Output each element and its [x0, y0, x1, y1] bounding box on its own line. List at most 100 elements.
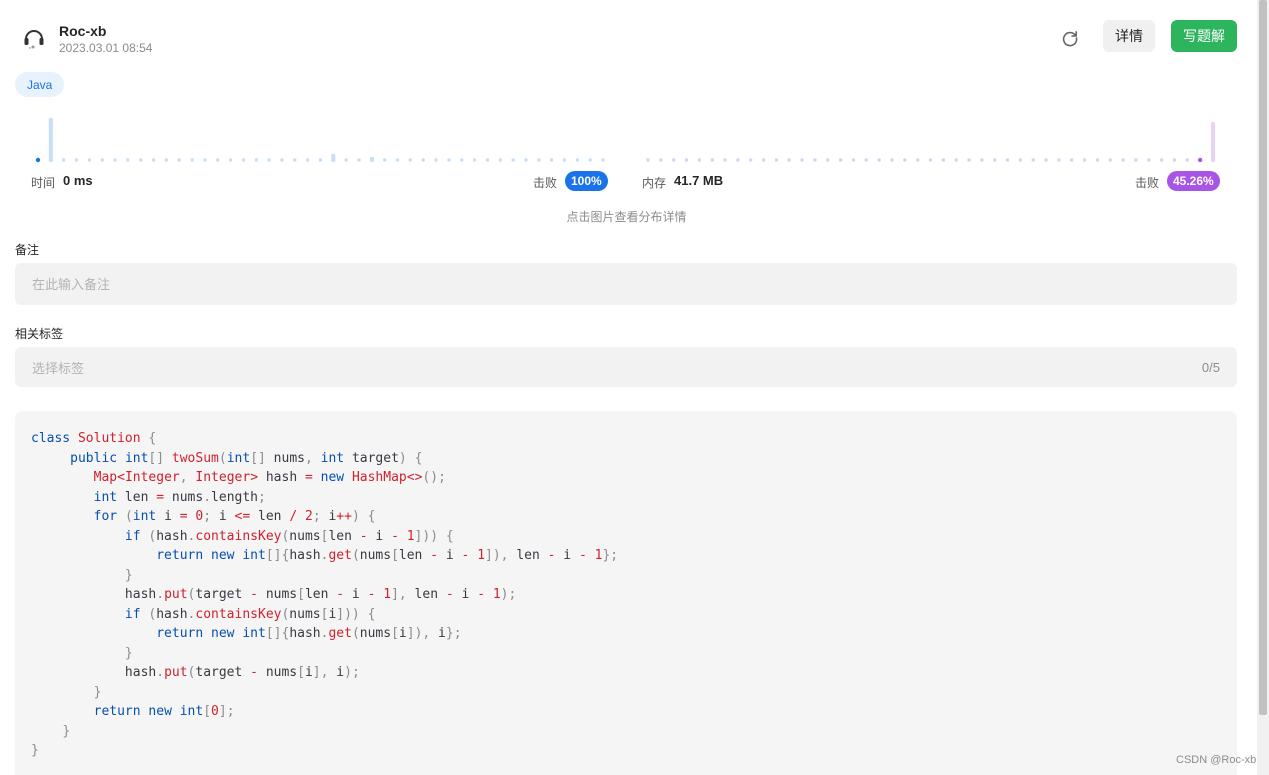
distribution-dot [254, 158, 258, 162]
distribution-dot [100, 158, 104, 162]
memory-distribution-chart[interactable] [640, 114, 1220, 166]
distribution-dot [61, 158, 66, 162]
distribution-dot [575, 158, 580, 162]
distribution-dot [1197, 157, 1203, 163]
distribution-dot [1159, 158, 1164, 162]
distribution-dot [967, 158, 971, 162]
distribution-dot [537, 158, 541, 162]
distribution-dot [980, 158, 984, 162]
code-line: if (hash.containsKey(nums[i])) { [124, 606, 376, 622]
code-line: class Solution { [31, 431, 157, 446]
distribution-dot [267, 158, 271, 162]
distribution-bar [331, 154, 336, 162]
distribution-dot [1134, 158, 1138, 162]
distribution-dot [139, 158, 143, 162]
code-line: } [62, 723, 71, 739]
distribution-dot [524, 158, 528, 162]
distribution-dot [498, 158, 502, 162]
distribution-dot [395, 158, 400, 162]
distribution-dot [601, 158, 605, 162]
language-tag[interactable]: Java [15, 72, 65, 97]
write-solution-button[interactable]: 写题解 [1171, 20, 1237, 52]
time-beat-label: 击败 [533, 176, 558, 190]
code-line: return new int[]{hash.get(nums[i]), i}; [156, 626, 462, 641]
tags-label: 相关标签 [15, 327, 64, 341]
time-distribution-chart[interactable] [30, 114, 610, 166]
memory-beat-badge: 45.26% [1167, 171, 1220, 191]
distribution-dot [421, 158, 425, 162]
distribution-dot [838, 158, 843, 162]
distribution-dot [659, 158, 663, 162]
code-line: } [124, 567, 133, 583]
code-line: return new int[0]; [93, 704, 235, 719]
distribution-dot [293, 158, 297, 162]
user-name[interactable]: Roc-xb [59, 23, 106, 39]
distribution-dot [305, 158, 310, 162]
distribution-dot [915, 158, 920, 162]
distribution-dot [736, 158, 740, 162]
code-line: hash.put(target - nums[i], i); [31, 665, 360, 680]
code-line: } [31, 743, 39, 758]
tag-select-placeholder: 选择标签 [32, 360, 85, 376]
distribution-dot [151, 158, 156, 162]
distribution-dot [447, 158, 451, 162]
distribution-dot [549, 158, 554, 162]
code-line: if (hash.containsKey(nums[len - i - 1]))… [124, 528, 454, 544]
distribution-dot [941, 158, 946, 162]
memory-beat-label: 击败 [1135, 176, 1160, 190]
tag-select[interactable]: 选择标签 0/5 [15, 347, 1237, 387]
distribution-dot [813, 158, 817, 162]
distribution-dot [357, 158, 361, 162]
distribution-dot [113, 158, 117, 162]
distribution-dot [1172, 158, 1177, 162]
distribution-dot [1005, 158, 1010, 162]
distribution-dot [280, 158, 284, 162]
distribution-dot [761, 158, 766, 162]
distribution-bar [48, 118, 53, 162]
distribution-dot [903, 158, 907, 162]
distribution-dot [241, 158, 246, 162]
headset-avatar-icon[interactable] [20, 24, 48, 52]
distribution-dot [646, 158, 650, 162]
distribution-dot [35, 157, 41, 163]
code-block[interactable]: class Solution { public int[] twoSum(int… [15, 411, 1237, 775]
distribution-dot [1070, 158, 1074, 162]
distribution-dot [1082, 158, 1087, 162]
code-line: int len = nums.length; [93, 489, 266, 505]
distribution-dot [1121, 158, 1125, 162]
distribution-dot [434, 158, 438, 162]
distribution-dot [684, 158, 689, 162]
distribution-bar [369, 157, 374, 162]
distribution-dot [228, 158, 233, 162]
refresh-icon[interactable] [1058, 26, 1082, 50]
distribution-dot [383, 158, 387, 162]
note-input[interactable] [15, 263, 1237, 305]
distribution-dot [1108, 158, 1112, 162]
distribution-dot [1031, 158, 1035, 162]
distribution-dot [460, 158, 464, 162]
distribution-dot [203, 158, 207, 162]
distribution-dot [1057, 158, 1061, 162]
distribution-dot [562, 158, 567, 162]
submission-time: 2023.03.01 08:54 [59, 41, 153, 55]
distribution-dot [74, 158, 79, 162]
distribution-dot [177, 158, 181, 162]
distribution-dot [800, 158, 804, 162]
distribution-bar [1211, 122, 1215, 162]
distribution-dot [472, 158, 477, 162]
distribution-hint: 点击图片查看分布详情 [566, 210, 687, 224]
distribution-dot [1044, 158, 1048, 162]
code-line: } [124, 645, 133, 661]
scrollbar-thumb[interactable] [1259, 0, 1267, 715]
distribution-dot [749, 158, 753, 162]
memory-label: 内存 [642, 176, 667, 190]
distribution-dot [877, 158, 881, 162]
distribution-dot [864, 158, 868, 162]
distribution-dot [851, 158, 856, 162]
distribution-dot [164, 158, 169, 162]
distribution-dot [408, 158, 413, 162]
detail-button[interactable]: 详情 [1103, 20, 1155, 52]
distribution-dot [723, 158, 727, 162]
distribution-dot [1095, 158, 1100, 162]
code-line: } [93, 684, 102, 700]
